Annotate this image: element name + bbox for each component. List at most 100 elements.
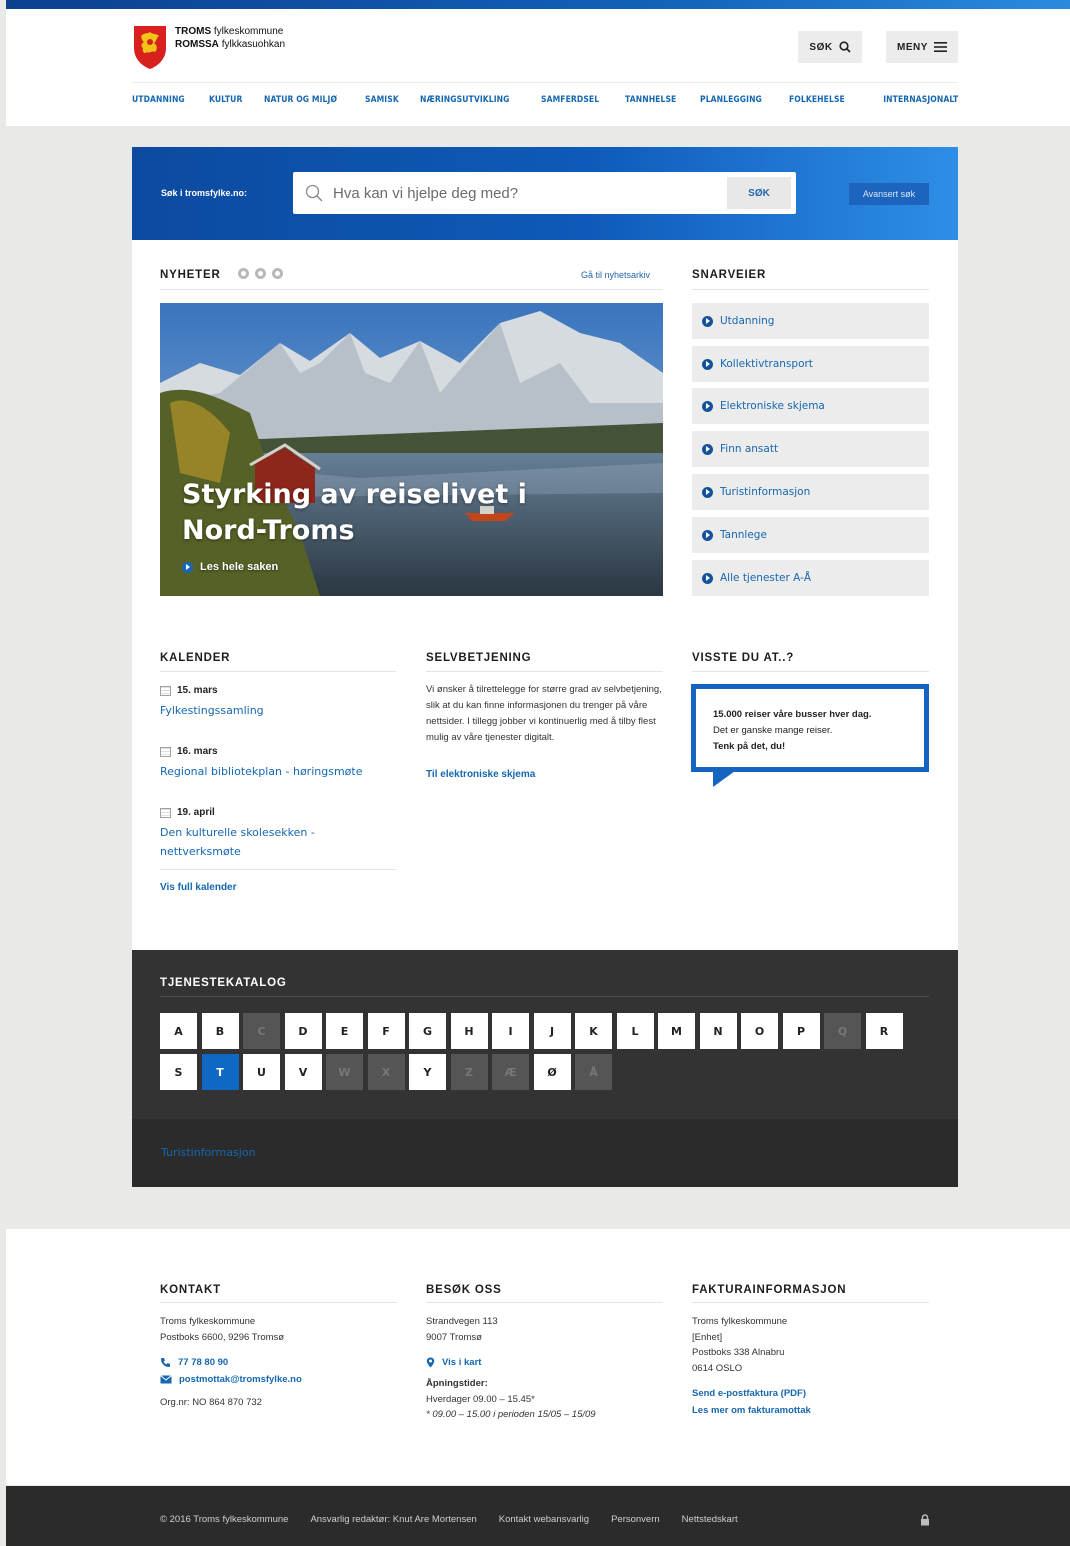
letter-button[interactable]: T <box>201 1054 239 1090</box>
shortcut-label: Finn ansatt <box>720 443 779 455</box>
shortcut-turistinformasjon[interactable]: Turistinformasjon <box>692 474 929 510</box>
site-header: TROMS fylkeskommune ROMSSA fylkkasuohkan… <box>6 9 1070 126</box>
pager-dot-1[interactable] <box>238 268 249 279</box>
letter-button[interactable]: Y <box>409 1054 446 1090</box>
news-heading: NYHETER <box>160 269 221 281</box>
hero-title[interactable]: Styrking av reiselivet i Nord-Troms <box>182 477 542 549</box>
shortcut-alle-tjenester[interactable]: Alle tjenester A-Å <box>692 560 929 596</box>
advanced-search-button[interactable]: Avansert søk <box>849 183 929 205</box>
letter-button[interactable]: U <box>243 1054 280 1090</box>
invoice-postbox: Postboks 338 Alnabru <box>692 1347 785 1358</box>
shortcut-elektroniske-skjema[interactable]: Elektroniske skjema <box>692 388 929 424</box>
letter-button[interactable]: A <box>160 1013 197 1049</box>
bottom-bar: © 2016 Troms fylkeskommune Ansvarlig red… <box>6 1486 1070 1546</box>
nav-naeringsutvikling[interactable]: NÆRINGSUTVIKLING <box>420 95 510 105</box>
logo-text[interactable]: TROMS fylkeskommune ROMSSA fylkkasuohkan <box>175 25 285 51</box>
search-input[interactable] <box>333 182 713 204</box>
letter-button[interactable]: I <box>492 1013 529 1049</box>
electronic-forms-link[interactable]: Til elektroniske skjema <box>426 769 535 780</box>
map-link[interactable]: Vis i kart <box>426 1357 663 1368</box>
search-icon <box>838 41 851 53</box>
letter-button[interactable]: M <box>658 1013 695 1049</box>
letter-button[interactable]: Ø <box>533 1054 571 1090</box>
pager-dot-2[interactable] <box>255 268 266 279</box>
phone-link[interactable]: 77 78 80 90 <box>160 1357 397 1368</box>
letter-button[interactable]: R <box>865 1013 903 1049</box>
shortcut-finn-ansatt[interactable]: Finn ansatt <box>692 431 929 467</box>
letter-button[interactable]: N <box>699 1013 737 1049</box>
nav-internasjonalt[interactable]: INTERNASJONALT <box>883 95 958 105</box>
contact-org: Troms fylkeskommune <box>160 1316 256 1327</box>
news-divider <box>160 289 663 290</box>
shortcut-label: Kollektivtransport <box>720 358 813 370</box>
letter-button[interactable]: P <box>782 1013 820 1049</box>
letter-button[interactable]: F <box>367 1013 405 1049</box>
letter-button[interactable]: J <box>533 1013 571 1049</box>
send-einvoice-link[interactable]: Send e-postfaktura (PDF) <box>692 1388 929 1399</box>
pager-dot-3[interactable] <box>272 268 283 279</box>
letter-button[interactable]: L <box>616 1013 654 1049</box>
letter-button[interactable]: H <box>450 1013 488 1049</box>
arrow-circle-icon <box>702 529 713 541</box>
didyouknow-divider <box>692 671 929 672</box>
nav-samisk[interactable]: SAMISK <box>365 95 399 105</box>
nav-kultur[interactable]: KULTUR <box>209 95 242 105</box>
hero-image <box>160 303 663 596</box>
logo-line2-rest: fylkkasuohkan <box>221 39 286 50</box>
full-calendar-link[interactable]: Vis full kalender <box>160 882 237 893</box>
email-link[interactable]: postmottak@tromsfylke.no <box>160 1374 397 1385</box>
main-navigation: UTDANNING KULTUR NATUR OG MILJØ SAMISK N… <box>132 95 958 105</box>
event-title-link[interactable]: Regional bibliotekplan - høringsmøte <box>160 762 370 781</box>
event-title-link[interactable]: Fylkestingssamling <box>160 701 370 720</box>
shortcut-label: Alle tjenester A-Å <box>720 572 812 584</box>
letter-button[interactable]: B <box>201 1013 239 1049</box>
letter-button[interactable]: V <box>284 1054 322 1090</box>
main-content: Søk i tromsfylke.no: SØK Avansert søk NY… <box>132 147 958 1187</box>
header-search-button[interactable]: SØK <box>798 31 862 63</box>
shortcut-utdanning[interactable]: Utdanning <box>692 303 929 339</box>
invoice-info-link[interactable]: Les mer om fakturamottak <box>692 1405 929 1416</box>
calendar-icon <box>160 807 171 818</box>
search-submit-button[interactable]: SØK <box>727 177 791 209</box>
catalog-result-link[interactable]: Turistinformasjon <box>161 1146 256 1159</box>
nav-natur-og-miljo[interactable]: NATUR OG MILJØ <box>264 95 337 105</box>
letter-button[interactable]: O <box>741 1013 778 1049</box>
arrow-circle-icon <box>702 400 713 412</box>
sitemap-link[interactable]: Nettstedskart <box>682 1514 738 1525</box>
footer-invoice: FAKTURAINFORMASJON Troms fylkeskommune [… <box>692 1284 929 1416</box>
nav-samferdsel[interactable]: SAMFERDSEL <box>541 95 599 105</box>
letter-button[interactable]: K <box>575 1013 612 1049</box>
letter-button[interactable]: E <box>326 1013 363 1049</box>
letter-button[interactable]: D <box>284 1013 322 1049</box>
invoice-heading: FAKTURAINFORMASJON <box>692 1284 929 1303</box>
catalog-results: Turistinformasjon <box>132 1119 958 1187</box>
fact-line-1: 15.000 reiser våre busser hver dag. <box>713 709 872 720</box>
copyright-text: © 2016 Troms fylkeskommune <box>160 1514 289 1525</box>
letter-button[interactable]: S <box>160 1054 197 1090</box>
coat-of-arms-logo[interactable] <box>132 24 168 70</box>
news-hero[interactable]: Styrking av reiselivet i Nord-Troms Les … <box>160 303 663 596</box>
shortcut-tannlege[interactable]: Tannlege <box>692 517 929 553</box>
privacy-link[interactable]: Personvern <box>611 1514 660 1525</box>
editor-link[interactable]: Ansvarlig redaktør: Knut Are Mortensen <box>310 1514 476 1525</box>
shortcuts-divider <box>692 289 929 290</box>
letter-button[interactable]: G <box>409 1013 446 1049</box>
nav-folkehelse[interactable]: FOLKEHELSE <box>789 95 845 105</box>
webmaster-link[interactable]: Kontakt webansvarlig <box>499 1514 589 1525</box>
lock-icon[interactable] <box>920 1514 930 1526</box>
arrow-circle-icon <box>702 443 713 455</box>
shortcut-kollektivtransport[interactable]: Kollektivtransport <box>692 346 929 382</box>
nav-planlegging[interactable]: PLANLEGGING <box>700 95 762 105</box>
email-address: postmottak@tromsfylke.no <box>179 1374 302 1385</box>
logo-line2-bold: ROMSSA <box>175 39 219 50</box>
hero-read-more-link[interactable]: Les hele saken <box>182 561 278 573</box>
letter-button: Q <box>824 1013 861 1049</box>
event-title-link[interactable]: Den kulturelle skolesekken - nettverksmø… <box>160 823 370 861</box>
nav-tannhelse[interactable]: TANNHELSE <box>625 95 676 105</box>
arrow-circle-icon <box>182 561 193 573</box>
news-archive-link[interactable]: Gå til nyhetsarkiv <box>581 270 650 280</box>
nav-utdanning[interactable]: UTDANNING <box>132 95 185 105</box>
invoice-unit: [Enhet] <box>692 1331 723 1343</box>
shortcut-label: Elektroniske skjema <box>720 400 825 412</box>
header-menu-button[interactable]: MENY <box>886 31 958 63</box>
